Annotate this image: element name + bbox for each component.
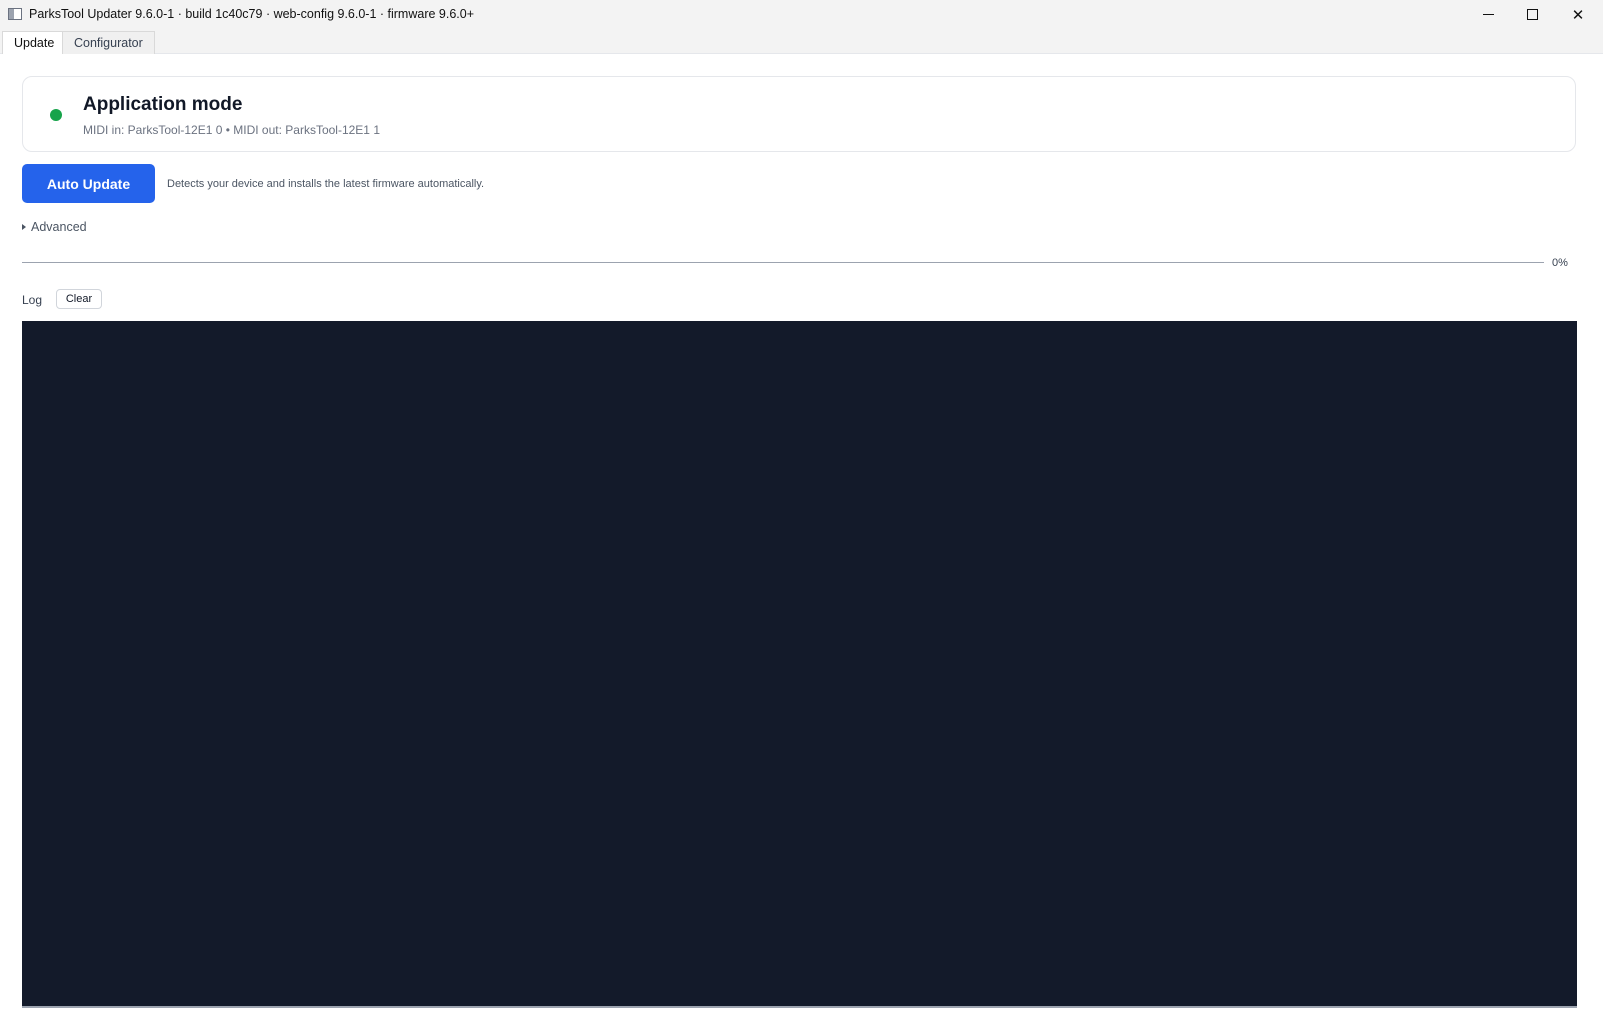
auto-update-description: Detects your device and installs the lat…: [167, 178, 485, 190]
midi-ports-info: MIDI in: ParksTool-12E1 0 • MIDI out: Pa…: [83, 123, 380, 137]
window-title: ParksTool Updater 9.6.0-1 · build 1c40c7…: [29, 7, 475, 21]
close-button[interactable]: ✕: [1555, 0, 1601, 29]
progress-bar: [22, 262, 1544, 263]
app-window-icon: [8, 8, 22, 20]
disclosure-triangle-icon: [22, 224, 26, 230]
status-title: Application mode: [83, 94, 243, 115]
tab-bar: Update Configurator: [0, 29, 1603, 54]
minimize-button[interactable]: [1465, 0, 1511, 29]
maximize-icon: [1526, 9, 1538, 20]
tab-configurator[interactable]: Configurator: [62, 31, 155, 54]
clear-log-button[interactable]: Clear: [56, 289, 102, 309]
maximize-button[interactable]: [1509, 0, 1555, 29]
tab-update[interactable]: Update: [2, 31, 67, 54]
device-status-card: Application mode MIDI in: ParksTool-12E1…: [22, 76, 1576, 152]
log-label: Log: [22, 293, 43, 307]
title-bar: ParksTool Updater 9.6.0-1 · build 1c40c7…: [0, 0, 1603, 29]
advanced-label: Advanced: [31, 220, 87, 234]
auto-update-button[interactable]: Auto Update: [22, 164, 155, 203]
status-indicator-icon: [50, 109, 62, 121]
progress-percent: 0%: [1552, 257, 1568, 269]
close-icon: ✕: [1571, 6, 1585, 24]
log-output[interactable]: [22, 321, 1577, 1008]
advanced-toggle[interactable]: Advanced: [22, 220, 87, 234]
minimize-icon: [1482, 14, 1494, 15]
